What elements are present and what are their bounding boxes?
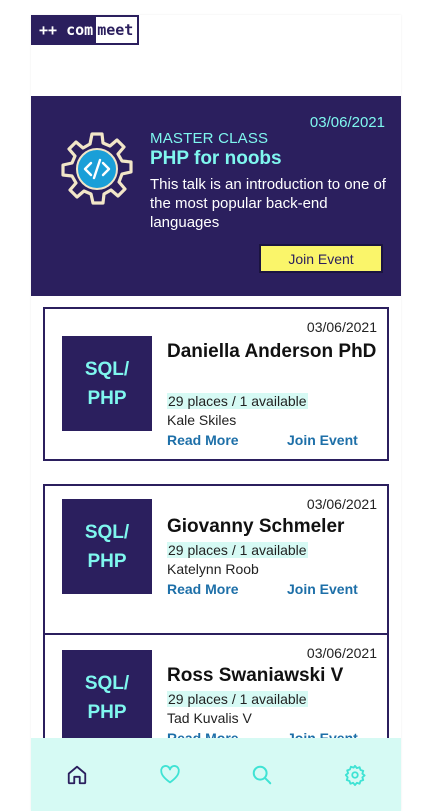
featured-join-event-button[interactable]: Join Event xyxy=(259,244,383,273)
event-card-thumbnail: SQL/ PHP xyxy=(62,650,152,745)
code-gear-icon xyxy=(61,132,133,205)
event-card-author: Kale Skiles xyxy=(167,412,237,428)
thumbnail-line: SQL/ xyxy=(84,358,130,380)
thumbnail-line: PHP xyxy=(87,387,127,409)
home-icon xyxy=(68,765,87,784)
event-card-author: Katelynn Roob xyxy=(167,561,259,577)
search-icon xyxy=(252,765,272,784)
nav-favorites-button[interactable] xyxy=(150,755,190,795)
event-card-places: 29 places / 1 available xyxy=(167,542,308,558)
event-card-thumbnail: SQL/ PHP xyxy=(62,499,152,594)
thumbnail-line: PHP xyxy=(87,701,127,723)
featured-event-date: 03/06/2021 xyxy=(309,114,385,131)
logo-part-com: ++ com xyxy=(33,17,97,43)
bottom-nav xyxy=(31,738,401,811)
join-event-link[interactable]: Join Event xyxy=(287,581,358,597)
event-card-title: Ross Swaniawski V xyxy=(167,665,344,686)
event-card: 03/06/2021 SQL/ PHP Daniella Anderson Ph… xyxy=(43,307,389,461)
read-more-link[interactable]: Read More xyxy=(167,581,239,597)
settings-icon xyxy=(344,764,366,786)
join-event-link[interactable]: Join Event xyxy=(287,432,358,448)
event-card-thumbnail: SQL/ PHP xyxy=(62,336,152,431)
event-card: 03/06/2021 SQL/ PHP Giovanny Schmeler 29… xyxy=(43,484,389,638)
featured-event-description: This talk is an introduction to one of t… xyxy=(150,176,386,231)
event-card-places: 29 places / 1 available xyxy=(167,691,308,707)
featured-event-kicker: MASTER CLASS xyxy=(150,130,269,147)
featured-event: 03/06/2021 MASTER CLASS PHP for noobs Th… xyxy=(31,96,401,296)
read-more-link[interactable]: Read More xyxy=(167,432,239,448)
app-logo[interactable]: ++ com meet xyxy=(31,15,140,45)
event-card-author: Tad Kuvalis V xyxy=(167,710,252,726)
event-card-title: Daniella Anderson PhD xyxy=(167,341,377,362)
nav-settings-button[interactable] xyxy=(335,755,375,795)
app-frame: ++ com meet 03/06/2021 MASTER CLASS PHP … xyxy=(31,15,401,811)
event-card-places: 29 places / 1 available xyxy=(167,393,308,409)
thumbnail-line: SQL/ xyxy=(84,672,130,694)
featured-event-title: PHP for noobs xyxy=(150,148,282,169)
nav-search-button[interactable] xyxy=(242,755,282,795)
logo-part-meet: meet xyxy=(96,17,138,43)
event-card-date: 03/06/2021 xyxy=(306,496,377,512)
thumbnail-line: PHP xyxy=(87,550,127,572)
heart-icon xyxy=(160,764,180,783)
event-card-date: 03/06/2021 xyxy=(306,645,377,661)
event-card-title: Giovanny Schmeler xyxy=(167,516,345,537)
event-card-date: 03/06/2021 xyxy=(306,319,377,335)
thumbnail-line: SQL/ xyxy=(84,521,130,543)
nav-home-button[interactable] xyxy=(57,755,97,795)
